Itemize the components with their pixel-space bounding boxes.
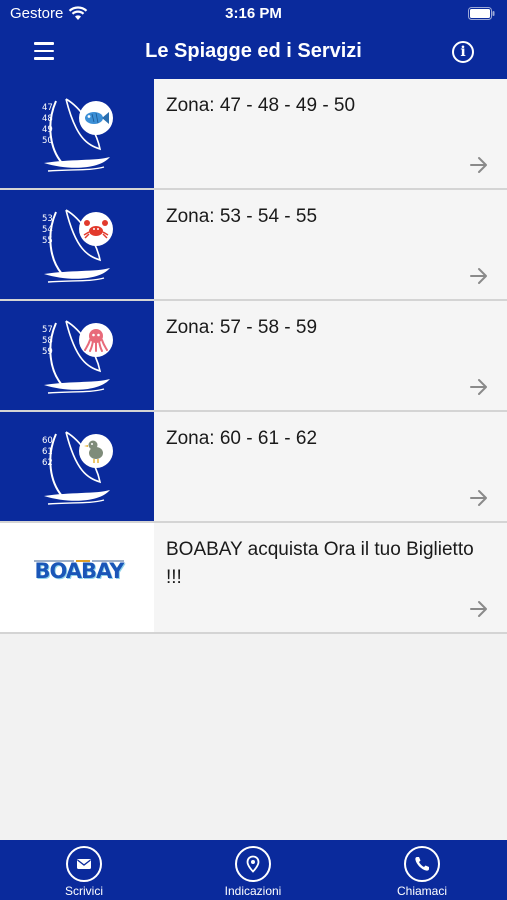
zone-numbers: 60 61 62: [42, 436, 53, 468]
arrow-right-icon: [470, 268, 487, 284]
tab-label: Chiamaci: [396, 884, 447, 898]
list-item-title: BOABAY acquista Ora il tuo Biglietto !!!: [166, 539, 474, 588]
list-item-title: Zona: 57 - 58 - 59: [166, 317, 318, 338]
zone-thumbnail: 53 54 55: [0, 190, 154, 299]
arrow-right-icon: [470, 379, 487, 395]
status-bar: Gestore 3:16 PM: [0, 0, 507, 30]
octopus-icon: [79, 323, 113, 357]
tab-bar: Scrivici Indicazioni Chiamaci: [0, 840, 507, 900]
tab-label: Scrivici: [65, 884, 103, 898]
list-item-zona-47-50[interactable]: 47 48 49 50 Zona: 47 - 48 - 49 - 50: [0, 79, 507, 190]
list-item-title: Zona: 53 - 54 - 55: [166, 206, 318, 227]
mail-icon: [77, 859, 91, 869]
boabay-thumbnail: BOABAY: [0, 523, 154, 632]
arrow-right-icon: [470, 601, 487, 617]
zone-numbers: 53 54 55: [42, 214, 53, 246]
zone-list: 47 48 49 50 Zona: 47 - 48 - 49 - 50 53 5…: [0, 79, 507, 634]
zone-numbers: 57 58 59: [42, 325, 53, 357]
zone-thumbnail: 60 61 62: [0, 412, 154, 521]
arrow-right-icon: [470, 490, 487, 506]
tab-label: Indicazioni: [224, 884, 282, 898]
location-pin-icon: [246, 855, 260, 873]
nav-bar: Le Spiagge ed i Servizi i: [0, 30, 507, 79]
page-title: Le Spiagge ed i Servizi: [145, 40, 362, 62]
status-time: 3:16 PM: [225, 5, 282, 22]
zone-thumbnail: 57 58 59: [0, 301, 154, 410]
list-item-zona-53-55[interactable]: 53 54 55 Zona: 53 - 54 - 55: [0, 190, 507, 301]
tab-chiamaci[interactable]: Chiamaci: [362, 846, 482, 898]
list-item-zona-57-59[interactable]: 57 58 59 Zona: 57 - 58 - 59: [0, 301, 507, 412]
fish-icon: [79, 101, 113, 135]
zone-thumbnail: 47 48 49 50: [0, 79, 154, 188]
crab-icon: [79, 212, 113, 246]
list-item-boabay[interactable]: BOABAY BOABAY acquista Ora il tuo Biglie…: [0, 523, 507, 634]
tab-indicazioni[interactable]: Indicazioni: [193, 846, 313, 898]
boabay-logo: BOABAY: [34, 559, 125, 583]
list-item-zona-60-62[interactable]: 60 61 62 Zona: 60 - 61 - 62: [0, 412, 507, 523]
list-item-title: Zona: 47 - 48 - 49 - 50: [166, 95, 356, 116]
phone-icon: [415, 857, 429, 871]
info-icon[interactable]: i: [452, 41, 474, 63]
seagull-icon: [79, 434, 113, 468]
arrow-right-icon: [470, 157, 487, 173]
list-item-title: Zona: 60 - 61 - 62: [166, 428, 318, 449]
tab-scrivici[interactable]: Scrivici: [24, 846, 144, 898]
zone-numbers: 47 48 49 50: [42, 103, 53, 146]
battery-icon: [468, 7, 495, 20]
app-header: Gestore 3:16 PM Le Spiagge ed i Servizi …: [0, 0, 507, 79]
